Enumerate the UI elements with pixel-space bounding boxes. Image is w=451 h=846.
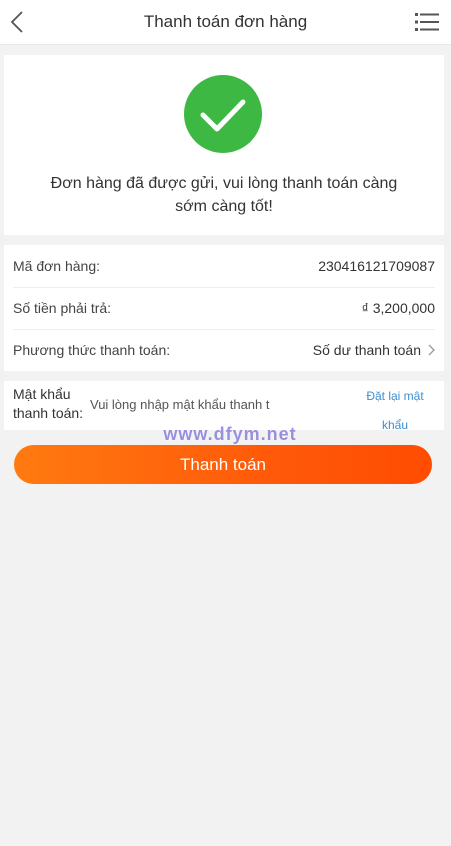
check-circle-icon	[184, 75, 262, 153]
top-bar: Thanh toán đơn hàng	[0, 0, 451, 45]
payment-password-panel: Mật khẩu thanh toán: Đặt lại mật khẩu	[4, 381, 444, 432]
watermark: www.dfym.net	[163, 424, 297, 444]
payment-method-value: Số dư thanh toán	[312, 342, 421, 358]
back-button[interactable]	[6, 8, 32, 36]
list-menu-icon	[415, 13, 439, 31]
menu-button[interactable]	[415, 12, 439, 32]
order-id-label: Mã đơn hàng:	[13, 258, 101, 274]
reset-password-link[interactable]: Đặt lại mật khẩu	[360, 382, 430, 440]
success-message: Đơn hàng đã được gửi, vui lòng thanh toá…	[50, 175, 398, 215]
password-input[interactable]	[90, 393, 270, 415]
success-panel: Đơn hàng đã được gửi, vui lòng thanh toá…	[4, 55, 444, 235]
payment-method-row[interactable]: Phương thức thanh toán: Số dư thanh toán	[13, 329, 435, 371]
order-id-value: 230416121709087	[318, 258, 435, 274]
amount-value: ₫ 3,200,000	[361, 300, 435, 316]
payment-method-selector[interactable]: Số dư thanh toán	[313, 342, 435, 358]
order-info-panel: Mã đơn hàng: 230416121709087 Số tiền phả…	[4, 245, 444, 371]
payment-method-label: Phương thức thanh toán:	[13, 342, 171, 358]
pay-button[interactable]: Thanh toán	[14, 445, 432, 484]
order-id-row: Mã đơn hàng: 230416121709087	[13, 245, 435, 288]
chevron-right-icon	[428, 344, 435, 356]
amount-label: Số tiền phải trả:	[13, 300, 112, 316]
chevron-left-icon	[10, 11, 23, 33]
amount-row: Số tiền phải trả: ₫ 3,200,000	[13, 287, 435, 330]
page-title: Thanh toán đơn hàng	[143, 12, 308, 31]
password-label: Mật khẩu thanh toán:	[13, 386, 84, 421]
